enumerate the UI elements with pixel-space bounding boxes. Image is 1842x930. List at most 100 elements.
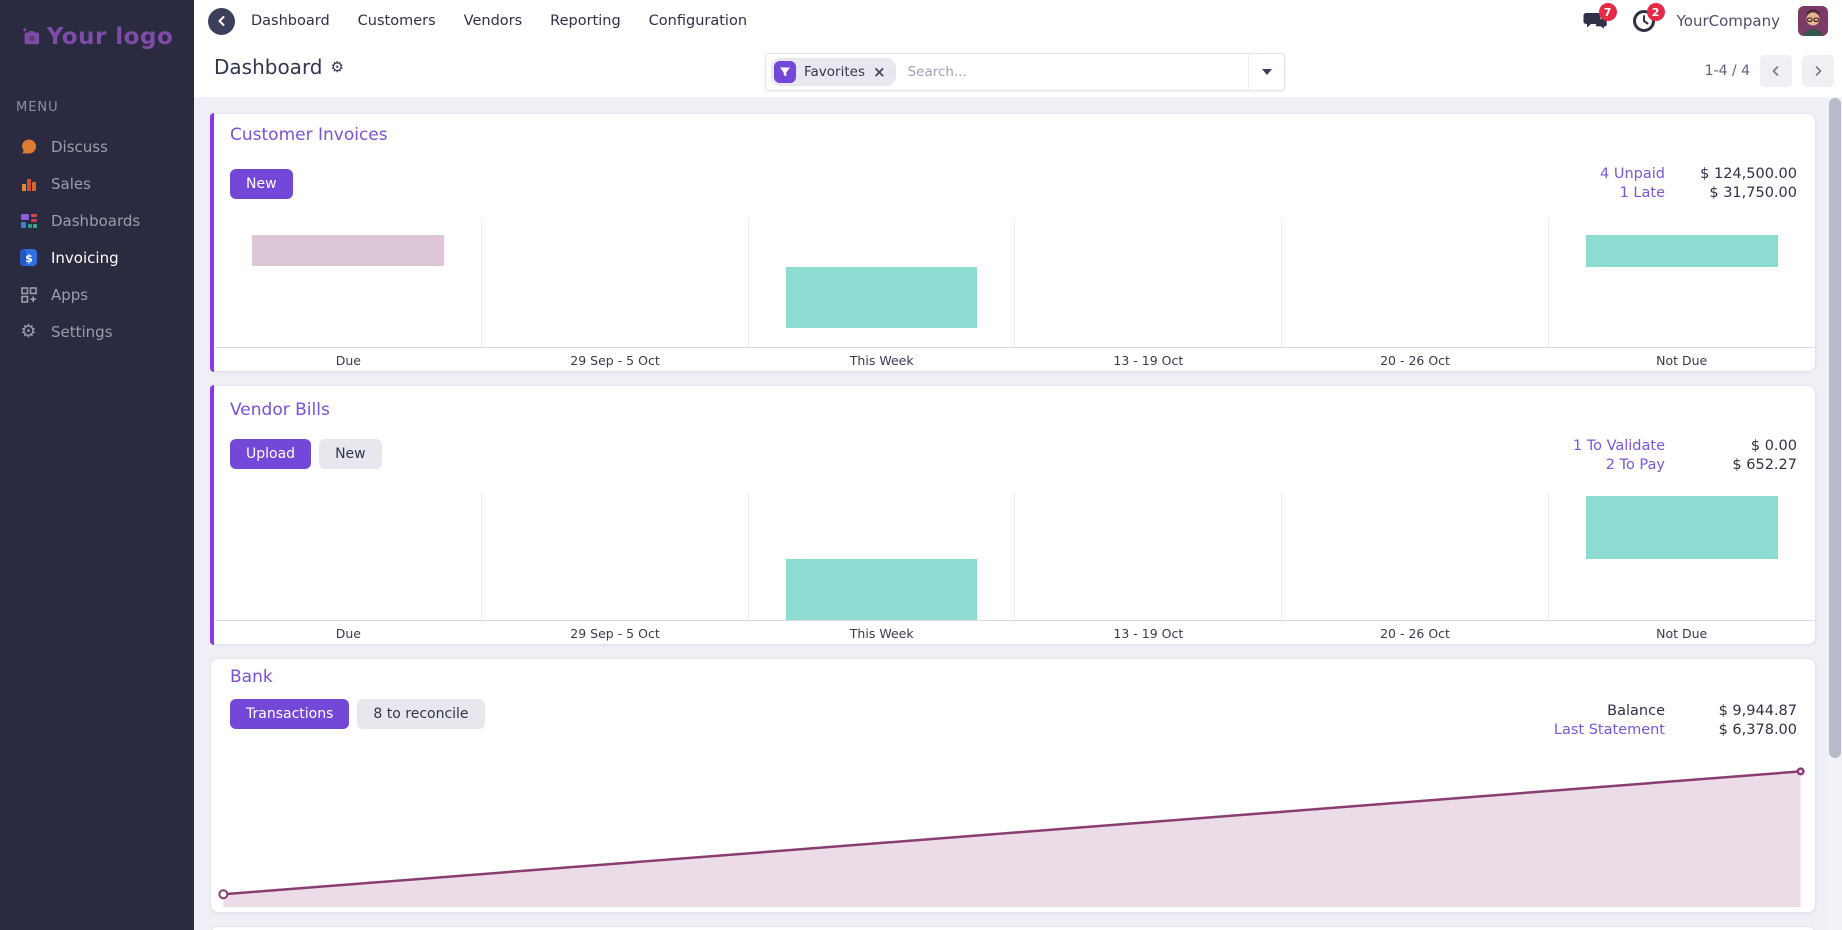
invoicing-icon: $ xyxy=(19,248,38,267)
main-area: Dashboard Customers Vendors Reporting Co… xyxy=(194,0,1842,930)
chart-column xyxy=(1549,218,1815,347)
pager-previous-button[interactable] xyxy=(1760,55,1792,87)
card-accent-stripe xyxy=(210,385,214,645)
company-logo[interactable]: Your logo xyxy=(0,24,194,50)
view-settings-gear-icon[interactable]: ⚙ xyxy=(331,58,344,76)
chart-column xyxy=(1549,493,1815,620)
control-panel: Dashboard ⚙ Favorites × Search... 1-4 / … xyxy=(194,42,1842,97)
discuss-icon xyxy=(19,137,38,156)
chart-column xyxy=(1015,218,1283,347)
card-accent-stripe xyxy=(210,113,214,372)
sidebar-item-invoicing[interactable]: $ Invoicing xyxy=(0,239,194,276)
sidebar-item-label: Apps xyxy=(51,285,89,304)
search-dropdown-toggle[interactable] xyxy=(1248,54,1284,90)
axis-label: 29 Sep - 5 Oct xyxy=(570,626,660,641)
card-stats: 1 To Validate $ 0.00 2 To Pay $ 652.27 xyxy=(1573,438,1797,473)
last-statement-link[interactable]: Last Statement xyxy=(1554,722,1665,738)
card-buttons: Transactions 8 to reconcile xyxy=(230,699,485,729)
vendor-bills-title[interactable]: Vendor Bills xyxy=(230,400,330,420)
vendor-bills-card: Vendor Bills Upload New 1 To Validate $ … xyxy=(210,385,1816,645)
to-validate-link[interactable]: 1 To Validate xyxy=(1573,438,1665,454)
chart-bar[interactable] xyxy=(252,234,444,266)
apps-icon xyxy=(19,285,38,304)
activities-button[interactable]: 2 xyxy=(1629,3,1665,36)
pager-range: 1-4 / 4 xyxy=(1704,63,1750,79)
axis-label: This Week xyxy=(849,626,914,641)
top-navbar: Dashboard Customers Vendors Reporting Co… xyxy=(194,0,1842,42)
axis-label: This Week xyxy=(849,353,914,368)
customer-invoices-title[interactable]: Customer Invoices xyxy=(230,125,388,145)
pager-next-button[interactable] xyxy=(1802,55,1834,87)
card-stats: 4 Unpaid $ 124,500.00 1 Late $ 31,750.00 xyxy=(1600,166,1797,201)
area-chart-svg xyxy=(218,767,1805,907)
remove-filter-icon[interactable]: × xyxy=(873,63,886,81)
axis-label: Due xyxy=(335,353,361,368)
axis-label: Due xyxy=(335,626,361,641)
chevron-right-icon xyxy=(1815,66,1822,76)
page-title: Dashboard ⚙ xyxy=(214,55,344,79)
sidebar: Your logo MENU Discuss Sales Dashboards xyxy=(0,0,194,930)
company-name[interactable]: YourCompany xyxy=(1677,12,1780,30)
sidebar-item-discuss[interactable]: Discuss xyxy=(0,128,194,165)
bank-title[interactable]: Bank xyxy=(230,667,273,687)
transactions-button[interactable]: Transactions xyxy=(230,699,350,729)
data-point-marker xyxy=(218,889,229,900)
sidebar-item-sales[interactable]: Sales xyxy=(0,165,194,202)
settings-gear-icon: ⚙ xyxy=(20,320,37,342)
new-bill-button[interactable]: New xyxy=(319,439,382,469)
sidebar-item-apps[interactable]: Apps xyxy=(0,276,194,313)
menu-section-label: MENU xyxy=(16,100,59,115)
chart-plot-area xyxy=(215,493,1815,621)
to-reconcile-button[interactable]: 8 to reconcile xyxy=(357,699,485,729)
dashboard-content: Customer Invoices New 4 Unpaid $ 124,500… xyxy=(194,97,1842,930)
axis-label: 20 - 26 Oct xyxy=(1380,626,1450,641)
chart-bar[interactable] xyxy=(1586,234,1778,268)
menu-customers[interactable]: Customers xyxy=(358,13,436,29)
logo-text: Your logo xyxy=(46,24,174,50)
balance-label: Balance xyxy=(1607,703,1665,719)
vendor-bills-chart[interactable]: Due 29 Sep - 5 Oct This Week 13 - 19 Oct 20 … xyxy=(215,493,1815,642)
customer-invoices-card: Customer Invoices New 4 Unpaid $ 124,500… xyxy=(210,113,1816,372)
messages-button[interactable]: 7 xyxy=(1581,3,1617,36)
svg-text:$: $ xyxy=(25,252,33,265)
unpaid-invoices-link[interactable]: 4 Unpaid xyxy=(1600,166,1665,182)
card-buttons: Upload New xyxy=(230,439,382,469)
camera-icon xyxy=(21,27,40,47)
new-invoice-button[interactable]: New xyxy=(230,169,293,199)
to-pay-link[interactable]: 2 To Pay xyxy=(1573,457,1665,473)
menu-vendors[interactable]: Vendors xyxy=(464,13,523,29)
chart-bar[interactable] xyxy=(785,559,978,620)
customer-invoices-chart[interactable]: Due 29 Sep - 5 Oct This Week 13 - 19 Oct 20 … xyxy=(215,218,1815,369)
search-input[interactable] xyxy=(895,64,1248,80)
chart-bar[interactable] xyxy=(785,267,978,328)
scrollbar-track[interactable] xyxy=(1827,97,1842,930)
sidebar-item-label: Discuss xyxy=(51,137,108,156)
axis-label: 20 - 26 Oct xyxy=(1380,353,1450,368)
favorites-filter-chip[interactable]: Favorites × xyxy=(771,58,896,86)
upload-bill-button[interactable]: Upload xyxy=(230,439,312,469)
back-button[interactable] xyxy=(208,7,235,35)
chart-column xyxy=(1282,493,1550,620)
bank-balance-chart[interactable] xyxy=(217,765,1807,907)
partial-card xyxy=(210,926,1816,930)
axis-label: Not Due xyxy=(1656,626,1708,641)
menu-configuration[interactable]: Configuration xyxy=(649,13,747,29)
sidebar-item-settings[interactable]: ⚙ Settings xyxy=(0,313,194,350)
menu-dashboard[interactable]: Dashboard xyxy=(251,13,330,29)
sidebar-item-dashboards[interactable]: Dashboards xyxy=(0,202,194,239)
late-invoices-link[interactable]: 1 Late xyxy=(1600,185,1665,201)
avatar-image xyxy=(1798,6,1828,36)
menu-reporting[interactable]: Reporting xyxy=(550,13,621,29)
sidebar-item-label: Settings xyxy=(51,322,113,341)
navbar-right: 7 2 YourCompany xyxy=(1581,3,1828,36)
axis-label: 13 - 19 Oct xyxy=(1113,626,1184,641)
sidebar-item-label: Sales xyxy=(51,174,91,193)
last-statement-amount: $ 6,378.00 xyxy=(1718,722,1797,738)
header: Dashboard Customers Vendors Reporting Co… xyxy=(194,0,1842,97)
activities-badge: 2 xyxy=(1646,3,1665,21)
x-axis-labels: Due 29 Sep - 5 Oct This Week 13 - 19 Oct 20 … xyxy=(215,621,1815,642)
chart-bar[interactable] xyxy=(1586,495,1778,560)
scrollbar-thumb[interactable] xyxy=(1829,98,1841,758)
axis-label: Not Due xyxy=(1656,353,1708,368)
user-avatar[interactable] xyxy=(1798,6,1828,36)
